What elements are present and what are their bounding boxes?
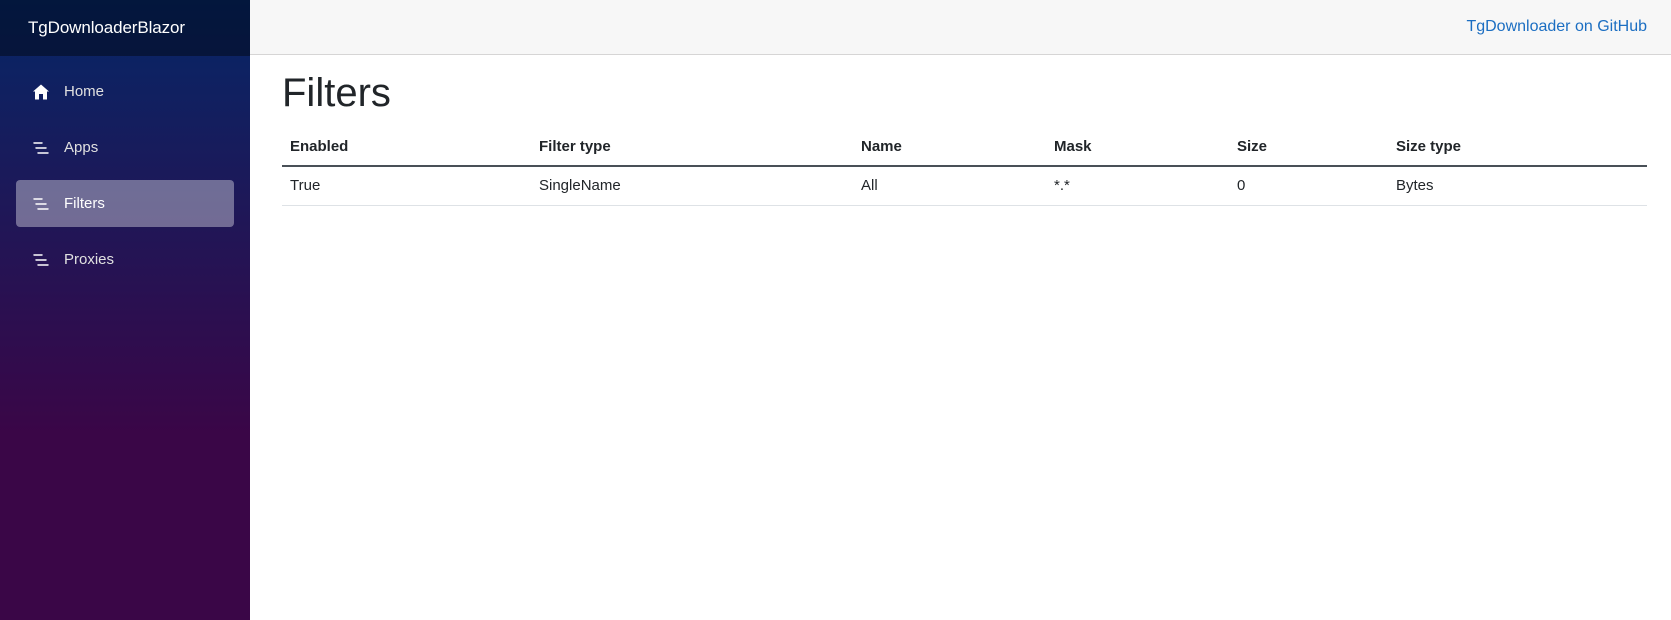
sidebar-item-label: Proxies [64, 251, 115, 268]
sidebar-item-label: Filters [64, 195, 105, 212]
brand-link[interactable]: TgDownloaderBlazor [28, 18, 185, 38]
list-icon [32, 251, 50, 269]
table-row: True SingleName All *.* 0 Bytes [282, 166, 1647, 206]
filters-table: Enabled Filter type Name Mask Size Size … [282, 129, 1647, 206]
cell-mask: *.* [1046, 166, 1229, 206]
brand-bar: TgDownloaderBlazor [0, 0, 250, 56]
sidebar-item-filters[interactable]: Filters [16, 180, 234, 227]
sidebar-item-label: Home [64, 83, 105, 100]
cell-size: 0 [1229, 166, 1388, 206]
sidebar-item-proxies[interactable]: Proxies [16, 236, 234, 283]
table-header-row: Enabled Filter type Name Mask Size Size … [282, 129, 1647, 167]
column-header-mask: Mask [1046, 129, 1229, 167]
column-header-enabled: Enabled [282, 129, 531, 167]
page-title: Filters [282, 71, 391, 115]
content: Filters Enabled Filter type Name Mask Si… [250, 55, 1671, 206]
cell-size-type: Bytes [1388, 166, 1647, 206]
column-header-size: Size [1229, 129, 1388, 167]
top-bar: TgDownloader on GitHub [250, 0, 1671, 55]
home-icon [32, 83, 50, 101]
list-icon [32, 195, 50, 213]
sidebar-item-home[interactable]: Home [16, 68, 234, 115]
sidebar-item-apps[interactable]: Apps [16, 124, 234, 171]
sidebar-item-label: Apps [64, 139, 99, 156]
cell-filter-type: SingleName [531, 166, 853, 206]
sidebar: TgDownloaderBlazor Home Apps Filters Pro… [0, 0, 250, 620]
column-header-filter-type: Filter type [531, 129, 853, 167]
column-header-size-type: Size type [1388, 129, 1647, 167]
column-header-name: Name [853, 129, 1046, 167]
list-icon [32, 139, 50, 157]
main-area: TgDownloader on GitHub Filters Enabled F… [250, 0, 1671, 620]
nav-menu: Home Apps Filters Proxies [0, 56, 250, 292]
cell-name: All [853, 166, 1046, 206]
github-link[interactable]: TgDownloader on GitHub [1466, 18, 1647, 36]
cell-enabled: True [282, 166, 531, 206]
